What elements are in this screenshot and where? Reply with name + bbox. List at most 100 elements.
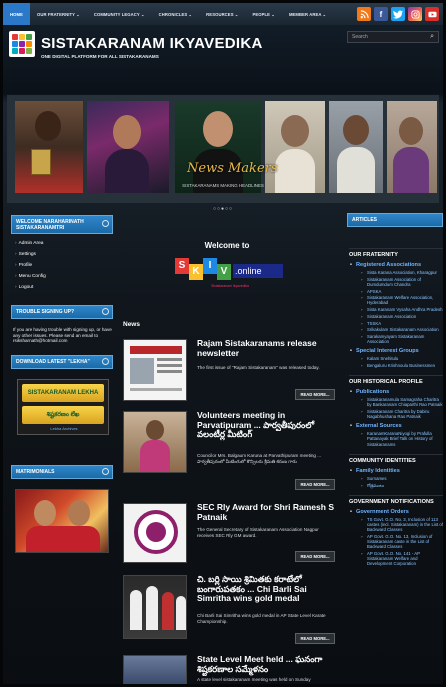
logo-letter-k: K <box>189 264 203 280</box>
slider-caption-subtitle: SISTAKARANAMS MAKING HEADLINES <box>182 183 264 188</box>
matrimonials-title: MATRIMONIALS <box>16 469 55 475</box>
group-government-orders[interactable]: Government Orders <box>349 509 443 516</box>
download-lekha-header: DOWNLOAD LATEST "LEKHA" <box>11 355 113 369</box>
logo-letter-i: I <box>203 258 217 274</box>
news-thumbnail[interactable] <box>123 411 187 473</box>
slider-caption-title: News Makers <box>187 161 278 176</box>
news-item: State Level Meet held ... ఘనంగా శిష్టకరణ… <box>123 654 335 684</box>
menu-logout[interactable]: Logout <box>15 285 46 296</box>
slide-photo-6 <box>387 101 437 193</box>
article-link[interactable]: Sistakaranam Association of Dumdumdum Ch… <box>349 277 443 287</box>
article-link[interactable]: Surnames <box>349 476 443 481</box>
instagram-icon[interactable] <box>408 7 422 21</box>
group-publications[interactable]: Publications <box>349 389 443 396</box>
article-link[interactable]: Srikakulam Sistakaranam Association <box>349 327 443 332</box>
news-thumbnail[interactable] <box>123 575 187 639</box>
logo-online-text: .online <box>233 264 283 278</box>
rss-icon[interactable] <box>357 7 371 21</box>
news-title[interactable]: చి. బర్లి సాయి శ్రిమితకు కరాటేలో బంగారుప… <box>197 574 335 604</box>
nav-our-fraternity[interactable]: OUR FRATERNITY ⌄ <box>30 3 87 25</box>
news-title[interactable]: State Level Meet held ... ఘనంగా శిష్టకరణ… <box>197 654 335 674</box>
group-family-identities[interactable]: Family Identities <box>349 468 443 475</box>
news-thumbnail[interactable] <box>123 503 187 563</box>
search-input[interactable]: Search ⌕ <box>347 31 439 43</box>
group-external-sources[interactable]: External Sources <box>349 423 443 430</box>
article-link[interactable]: Kalam Snehitulu <box>349 356 443 361</box>
lekha-archives-link[interactable]: Lekha Archives <box>18 426 110 431</box>
articles-title: ARTICLES <box>352 217 377 223</box>
section-government-notifications: GOVERNMENT NOTIFICATIONS <box>349 494 443 505</box>
news-item: చి. బర్లి సాయి శ్రిమితకు కరాటేలో బంగారుప… <box>123 574 335 651</box>
news-description: The first issue of "Rajam Sistakaranam" … <box>197 365 320 370</box>
slide-photo-4 <box>265 101 325 193</box>
nav-home[interactable]: HOME <box>3 3 30 25</box>
news-makers-slider[interactable]: News Makers SISTAKARANAMS MAKING HEADLIN… <box>7 95 439 203</box>
article-link[interactable]: Sista Karana Association, Kharagpur <box>349 270 443 275</box>
logo-letter-s: S <box>175 258 189 274</box>
news-item: SEC Rly Award for Shri Ramesh S Patnaik … <box>123 502 335 567</box>
article-link[interactable]: Sarakamyayam Sistakaranam Association <box>349 334 443 344</box>
top-navigation: HOME OUR FRATERNITY ⌄ COMMUNITY LEGACY ⌄… <box>3 3 443 25</box>
logo-letter-v: V <box>217 264 231 280</box>
news-title[interactable]: Volunteers meeting in Parvatipuram ... ప… <box>197 410 335 440</box>
menu-settings[interactable]: Settings <box>15 252 46 263</box>
read-more-button[interactable]: READ MORE... <box>295 633 335 644</box>
user-menu: Admin Area Settings Profile Menu Config … <box>15 241 46 296</box>
nav-resources[interactable]: RESOURCES ⌄ <box>199 3 245 25</box>
news-title[interactable]: Rajam Sistakaranams release newsletter <box>197 338 335 358</box>
search-icon[interactable]: ⌕ <box>430 33 434 41</box>
article-link[interactable]: KaranamKaranaNiyogi by Prafulla Pattanay… <box>349 431 443 447</box>
youtube-icon[interactable] <box>425 7 439 21</box>
collapse-icon[interactable] <box>102 220 109 227</box>
article-link[interactable]: AP Govt. G.O. No. 13, Inclusion of Sista… <box>349 534 443 550</box>
slide-photo-3 <box>175 101 261 193</box>
news-item: Volunteers meeting in Parvatipuram ... ప… <box>123 410 335 491</box>
section-community-identities: COMMUNITY IDENTITIES <box>349 453 443 464</box>
article-link[interactable]: APSKA <box>349 289 443 294</box>
nav-community-legacy[interactable]: COMMUNITY LEGACY ⌄ <box>87 3 152 25</box>
article-link[interactable]: Sistakaranam Welfare Association, Hydera… <box>349 295 443 305</box>
site-tagline: ONE DIGITAL PLATFORM FOR ALL SISTAKARANA… <box>41 54 159 59</box>
matrimonials-image[interactable] <box>15 489 109 553</box>
menu-menu-config[interactable]: Menu Config <box>15 274 46 285</box>
site-title[interactable]: SISTAKARANAM IKYAVEDIKA <box>41 35 263 52</box>
article-link[interactable]: Sistakaranamula Samagraha Charitra by Ba… <box>349 397 443 407</box>
trouble-signing-header: TROUBLE SIGNING UP? <box>11 305 113 319</box>
read-more-button[interactable]: READ MORE... <box>295 389 335 400</box>
facebook-icon[interactable]: f <box>374 7 388 21</box>
menu-profile[interactable]: Profile <box>15 263 46 274</box>
welcome-user-header: WELCOME NARAHARINATH SISTAKARANAMTRI <box>11 215 113 234</box>
news-title[interactable]: SEC Rly Award for Shri Ramesh S Patnaik <box>197 502 335 522</box>
article-link[interactable]: TSSKA <box>349 321 443 326</box>
read-more-button[interactable]: READ MORE... <box>295 479 335 490</box>
slider-pagination[interactable]: ○○●○○ <box>3 206 443 212</box>
group-special-interest-groups[interactable]: Special Interest Groups <box>349 348 443 355</box>
news-thumbnail[interactable] <box>123 655 187 684</box>
twitter-icon[interactable] <box>391 7 405 21</box>
nav-chronicles[interactable]: CHRONICLES ⌄ <box>152 3 200 25</box>
download-lekha-title: DOWNLOAD LATEST "LEKHA" <box>16 359 90 365</box>
article-link[interactable]: TS Govt. G.O. No. 3, Inclusion of 113 ca… <box>349 517 443 533</box>
trouble-signing-title: TROUBLE SIGNING UP? <box>16 309 75 315</box>
article-link[interactable]: గోత్రములు <box>349 483 443 488</box>
article-link[interactable]: Sistakaranam Charitra by Dabiru Nagabhus… <box>349 409 443 419</box>
lekha-telugu-download[interactable]: శిష్టకరణం లేఖ <box>22 406 104 424</box>
article-link[interactable]: Sistakaranam Association <box>349 314 443 319</box>
news-thumbnail[interactable] <box>123 339 187 401</box>
logo-subtitle: Sistakaranam Ikyavedika <box>211 284 249 288</box>
collapse-icon[interactable] <box>102 358 109 365</box>
collapse-icon[interactable] <box>102 468 109 475</box>
article-link[interactable]: AP Govt. G.O. No. 141 - AP Sistakaranam … <box>349 551 443 567</box>
collapse-icon[interactable] <box>102 308 109 315</box>
news-description: A state level sistakaranam meeting was h… <box>197 677 311 682</box>
read-more-button[interactable]: READ MORE... <box>295 551 335 562</box>
site-logo[interactable] <box>9 31 35 57</box>
article-link[interactable]: Bengaluru Krishnoulu Businessmen <box>349 363 443 368</box>
nav-member-area[interactable]: MEMBER AREA ⌄ <box>282 3 333 25</box>
group-registered-associations[interactable]: Registered Associations <box>349 262 443 269</box>
nav-people[interactable]: PEOPLE ⌄ <box>245 3 281 25</box>
menu-admin-area[interactable]: Admin Area <box>15 241 46 252</box>
article-link[interactable]: Sista Karanam Vysaha Andhra Pradesh <box>349 307 443 312</box>
lekha-english-download[interactable]: SISTAKARANAM LEKHA <box>22 384 104 402</box>
lekha-downloads: SISTAKARANAM LEKHA శిష్టకరణం లేఖ Lekha A… <box>17 379 109 435</box>
